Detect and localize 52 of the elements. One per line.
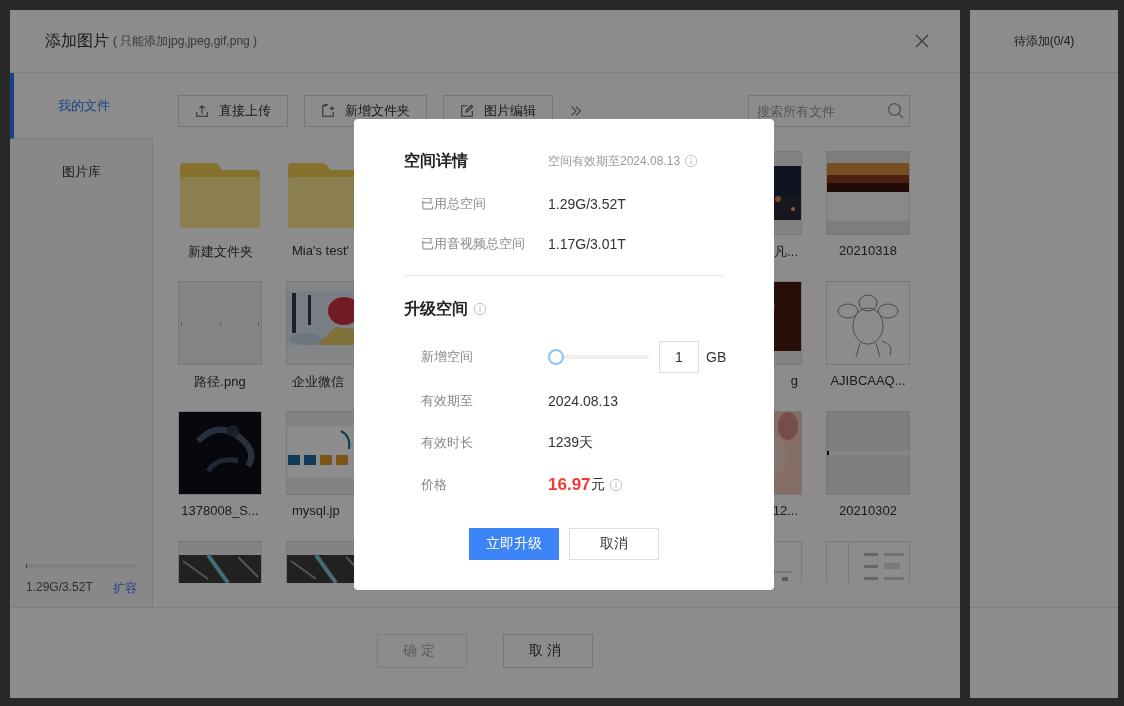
search-icon[interactable]: [887, 102, 904, 119]
cancel-button[interactable]: 取消: [569, 528, 659, 560]
info-icon[interactable]: [473, 302, 487, 316]
field-value: 2024.08.13: [548, 393, 619, 409]
file-name: 新建文件夹: [187, 243, 253, 261]
price-value: 16.97: [548, 475, 591, 495]
file-thumbnail[interactable]: [178, 281, 262, 365]
upload-icon: [195, 104, 209, 118]
section-title: 升级空间: [404, 298, 468, 319]
field-label: 已用总空间: [421, 195, 487, 213]
file-name: 企业微信: [291, 373, 344, 391]
edit-icon: [460, 104, 474, 118]
field-label: 新增空间: [421, 348, 474, 366]
dialog-subtitle: ( 只能添加jpg,jpeg,gif,png ): [113, 32, 259, 50]
slider[interactable]: [548, 349, 649, 365]
toolbar-button[interactable]: 直接上传: [178, 95, 288, 127]
upgrade-button[interactable]: 立即升级: [469, 528, 559, 560]
info-icon[interactable]: [684, 154, 699, 168]
close-icon[interactable]: [914, 33, 930, 49]
file-name: 1378008_S...: [181, 503, 259, 518]
unit-label: GB: [706, 349, 727, 365]
file-name: AJIBCAAQ...: [830, 373, 906, 388]
file-name: 20210318: [839, 243, 897, 258]
file-name: 凡...: [774, 243, 799, 261]
field-value: 1.17G/3.01T: [548, 236, 626, 252]
panel-title: 待添加(0/4): [1013, 32, 1075, 50]
currency-label: 元: [590, 476, 605, 494]
field-value: 1239天: [548, 434, 594, 452]
expand-link[interactable]: 扩容: [113, 580, 137, 597]
file-name: 路径.png: [194, 373, 246, 391]
info-icon[interactable]: [608, 478, 623, 492]
field-label: 价格: [421, 476, 448, 494]
quantity-input[interactable]: 1: [659, 341, 699, 373]
file-name: mysql.jp: [291, 503, 340, 518]
field-value: 1.29G/3.52T: [548, 196, 626, 212]
storage-usage: 1.29G/3.52T: [26, 580, 93, 596]
sidebar-item[interactable]: 图片库: [10, 139, 152, 204]
section-title: 空间详情: [404, 150, 469, 171]
file-name: 20210302: [839, 503, 897, 518]
field-label: 有效时长: [421, 434, 474, 452]
field-label: 已用音视频总空间: [421, 235, 526, 253]
validity-note: 空间有效期至2024.08.13: [548, 152, 681, 170]
footer-button[interactable]: 取消: [503, 634, 593, 668]
add-folder-icon: [321, 104, 335, 118]
file-name: Mia's test': [291, 243, 349, 258]
sidebar-item[interactable]: 我的文件: [10, 73, 153, 139]
field-label: 有效期至: [421, 392, 474, 410]
dialog-title: 添加图片: [45, 30, 109, 51]
double-chevron-icon[interactable]: [569, 104, 583, 118]
file-name: g: [790, 373, 799, 388]
file-name: 12...: [772, 503, 799, 518]
slider-handle[interactable]: [548, 349, 564, 365]
